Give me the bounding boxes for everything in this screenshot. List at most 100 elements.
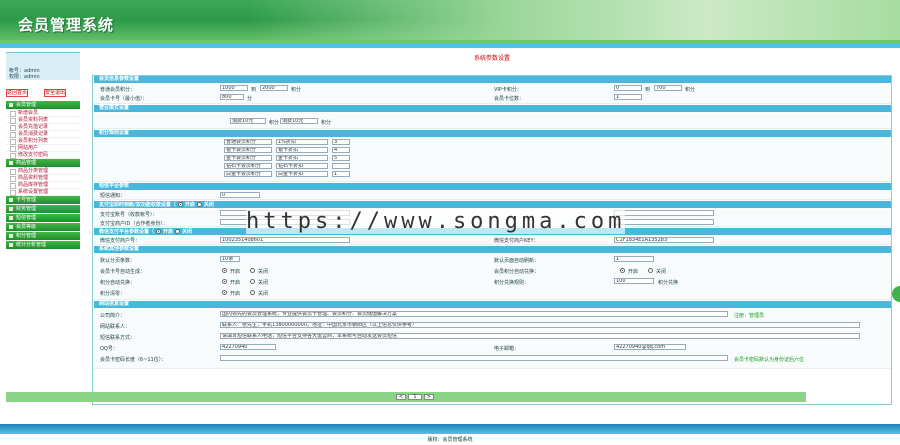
w1-input[interactable]: 国内领先的会员管理系统，专业提供会员卡管理、会员积分、会员储值解决方案 (220, 311, 728, 317)
s3r-label: 积分兑换规则： (494, 280, 530, 286)
pay2-off-radio[interactable] (175, 229, 181, 234)
m1-from-input[interactable]: 1000 (220, 85, 248, 91)
menu-item[interactable]: 修改支付密码 (6, 152, 80, 159)
menu-group-6[interactable]: 积分管理 (6, 232, 80, 240)
w4-label: QQ号： (100, 346, 118, 352)
m1-label: 普通会员积分： (100, 87, 136, 93)
w4-input[interactable]: 42270940 (220, 344, 276, 350)
rule-5-value[interactable]: 1 (332, 171, 350, 177)
s3r-unit: 积分兑换 (658, 280, 679, 286)
rule-5-discount[interactable]: 白金卡折扣 (276, 171, 328, 177)
section-pay1: 支付宝即时到帐/双功能收款设置（ 开启 关闭 (94, 201, 891, 208)
pay2-on-radio[interactable] (156, 229, 162, 234)
menu-group-7[interactable]: 统计分析管理 (6, 241, 80, 249)
menu-item[interactable]: 商品库存管理 (6, 182, 80, 189)
pay1-r1-input[interactable] (614, 210, 714, 216)
pay2-off-label: 关闭 (182, 229, 193, 235)
m3-input[interactable]: 800 (220, 94, 244, 100)
menu-item[interactable]: 网站用户 (6, 145, 80, 152)
m2-to-input[interactable]: 700 (654, 85, 682, 91)
s4-no-radio[interactable] (250, 290, 255, 295)
s3-no-label: 关闭 (258, 280, 269, 286)
sms-input[interactable]: 0 (220, 192, 260, 198)
footer-bar (0, 424, 900, 434)
m1-to-input[interactable]: 2000 (260, 85, 288, 91)
menu-item[interactable]: 商品分类管理 (6, 168, 80, 175)
menu-item[interactable]: 会员充值记录 (6, 124, 80, 131)
menu-item[interactable]: 会员消费记录 (6, 131, 80, 138)
menu-group-4[interactable]: 短信管理 (6, 214, 80, 222)
rule-4-name[interactable]: 钻石卡会员积分 (224, 163, 272, 169)
pay1-on-radio[interactable] (177, 202, 183, 207)
s2r-no-radio[interactable] (648, 268, 653, 273)
rule-2-discount[interactable]: 银卡折扣 (276, 147, 328, 153)
rule-3-value[interactable]: 5 (332, 155, 350, 161)
next-page-button[interactable]: > (424, 394, 434, 400)
section-sms: 短信平台参数 (94, 183, 891, 190)
pay2-f1-input[interactable]: 1002351408601 (220, 237, 350, 243)
s3-no-radio[interactable] (250, 279, 255, 284)
logout-button[interactable]: 安全退出 (44, 89, 66, 97)
menu-group-2[interactable]: 卡号管理 (6, 196, 80, 204)
s2-no-radio[interactable] (250, 268, 255, 273)
m2-from-input[interactable]: 0 (614, 85, 642, 91)
rule-1-value[interactable]: 3 (332, 139, 350, 145)
s2-yes-radio[interactable] (222, 268, 227, 273)
pager-bar: < 1 > (6, 392, 806, 402)
section-site: 网站信息设置 (94, 301, 891, 308)
w5-input[interactable] (220, 355, 728, 361)
menu-item[interactable]: 新增会员 (6, 110, 80, 117)
rule-rows: 普通会员积分 1%折扣 3 银卡会员积分 银卡折扣 4 金卡会员积分 金卡折扣 5 钻石卡会员积分… (94, 138, 891, 182)
prev-page-button[interactable]: < (396, 394, 406, 400)
s2r-yes-radio[interactable] (620, 268, 625, 273)
mode-input-a[interactable]: 消费10元 (230, 118, 266, 124)
pay1-r2-input[interactable] (614, 219, 714, 225)
pay1-f1-label: 支付宝账号（收款帐号）： (100, 212, 158, 218)
menu-item[interactable]: 系统设置管理 (6, 189, 80, 196)
mode-input-c[interactable]: 消费10元 (280, 118, 318, 124)
pay2-f2-input[interactable]: C1F1834E1A135283 (614, 237, 714, 243)
member-rows: 普通会员积分： 1000 到 2000 积分 VIP卡积分： 0 到 700 积… (94, 84, 891, 104)
s2-no-label: 关闭 (258, 269, 269, 275)
rule-3-discount[interactable]: 金卡折扣 (276, 155, 328, 161)
menu-group-0[interactable]: 会员管理 (6, 101, 80, 109)
menu-group-3[interactable]: 财务管理 (6, 205, 80, 213)
rule-4-discount[interactable]: 钻石卡折扣 (276, 163, 328, 169)
w4r-input[interactable]: 42270940@qq.com (614, 344, 686, 350)
pay1-off-radio[interactable] (196, 202, 202, 207)
m1-unit: 积分 (291, 87, 302, 93)
pay1-f2-label: 支付宝商户ID（合作者身份）： (100, 221, 168, 227)
menu-item[interactable]: 会员积分列表 (6, 138, 80, 145)
w2-input[interactable]: 联系人：张先生，手机13800000000，地址：中国北京市朝阳区（以上信息仅供… (220, 322, 860, 328)
pay1-title: 支付宝即时到帐/双功能收款设置（ (99, 202, 176, 208)
s1-select[interactable]: 10条 (220, 256, 240, 262)
w3-input[interactable]: 请填写短信联系人电话，短信平台支持各大运营商，本系统可自动发送会员短信 (220, 333, 860, 339)
menu-item[interactable]: 会员资料列表 (6, 117, 80, 124)
section-member: 会员信息参数设置 (94, 76, 891, 83)
s2r-label: 会员积分自动兑换： (494, 269, 540, 275)
rule-1-discount[interactable]: 1%折扣 (276, 139, 328, 145)
s3r-input[interactable]: 100 (614, 278, 654, 284)
rule-4-value[interactable] (332, 163, 350, 169)
sys-rows: 默认分页条数： 10条 默认页面自动刷新： 1 会员卡号自动生成： 开启 关闭 … (94, 254, 891, 300)
section-sys: 系统其他参数设置 (94, 246, 891, 253)
s3-yes-radio[interactable] (222, 279, 227, 284)
rule-1-name[interactable]: 普通会员积分 (224, 139, 272, 145)
s1r-input[interactable]: 1 (614, 256, 654, 262)
menu-group-5[interactable]: 会员等级 (6, 223, 80, 231)
rule-5-name[interactable]: 白金卡会员积分 (224, 171, 272, 177)
m4-input[interactable]: 1 (614, 94, 642, 100)
sidebar-menu: 会员管理 新增会员 会员资料列表 会员充值记录 会员消费记录 会员积分列表 网站用户 修改支付… (6, 101, 80, 250)
s4-yes-radio[interactable] (222, 290, 227, 295)
menu-group-1[interactable]: 商品管理 (6, 159, 80, 167)
mode-unit-b: 积分 (269, 120, 280, 126)
user-role: admin (24, 74, 40, 80)
home-button[interactable]: 返回首页 (6, 89, 28, 97)
w1-label: 公司简介： (100, 313, 126, 319)
page-number[interactable]: 1 (408, 394, 422, 400)
rule-3-name[interactable]: 金卡会员积分 (224, 155, 272, 161)
rule-2-name[interactable]: 银卡会员积分 (224, 147, 272, 153)
rule-2-value[interactable]: 4 (332, 147, 350, 153)
sidebar-buttons: 返回首页 安全退出 (6, 89, 82, 98)
menu-item[interactable]: 商品资料管理 (6, 175, 80, 182)
